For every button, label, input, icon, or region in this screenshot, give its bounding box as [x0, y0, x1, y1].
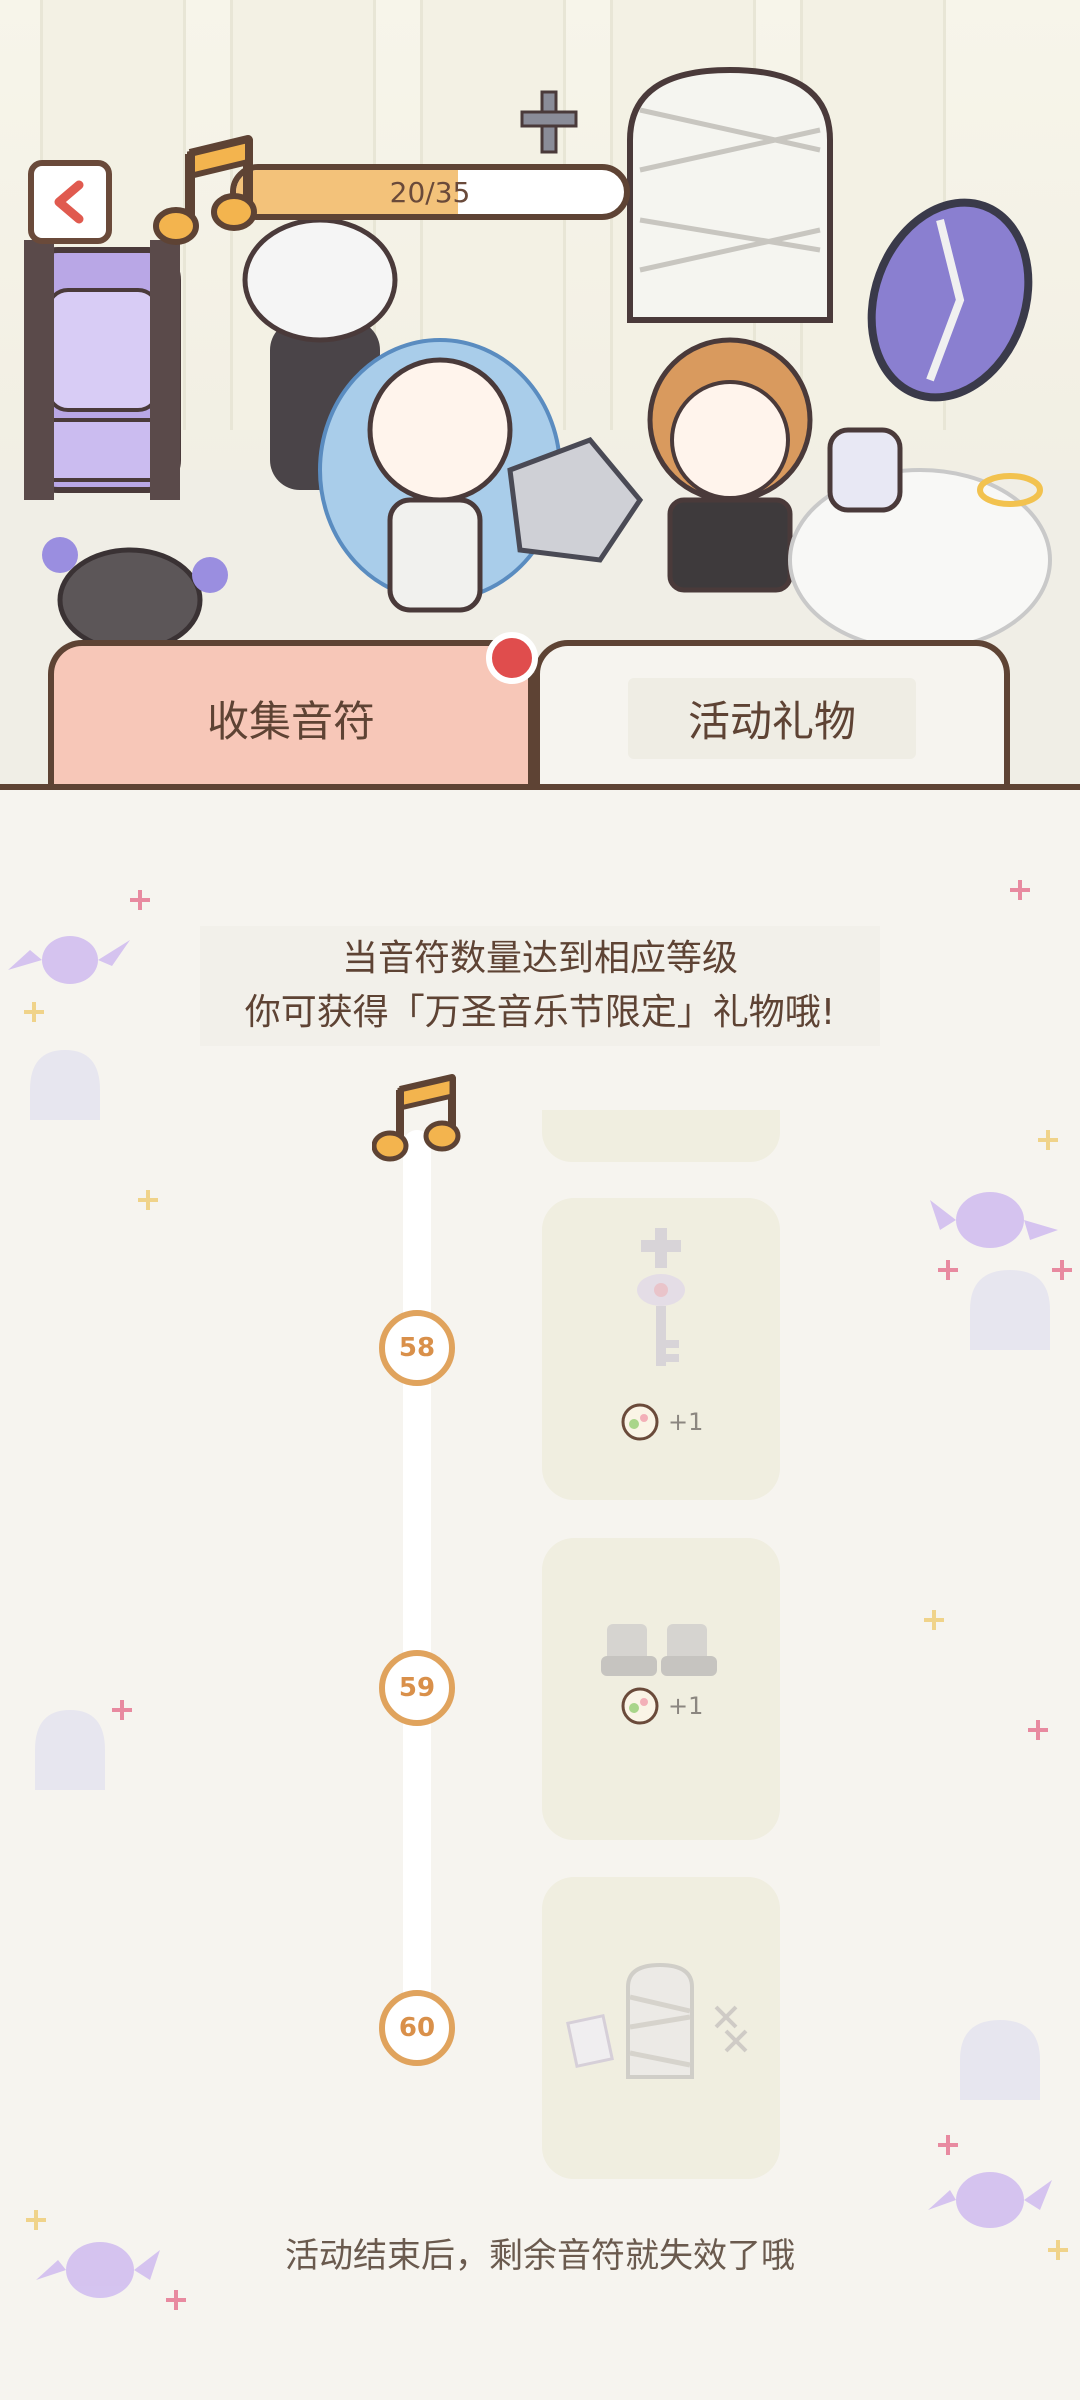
tab-event-gifts[interactable]: 活动礼物	[534, 640, 1010, 790]
level-number: 60	[398, 2013, 436, 2043]
level-number: 58	[398, 1333, 436, 1363]
level-badge: 59	[379, 1650, 455, 1726]
egg-coin-icon	[621, 1687, 659, 1725]
progress-text: 20/35	[389, 175, 471, 209]
note-progress: 20/35	[150, 132, 640, 245]
tab-collect-notes[interactable]: 收集音符	[48, 640, 534, 790]
egg-coin-icon	[621, 1403, 659, 1441]
bonus-amount: +1	[668, 1408, 704, 1436]
reward-card[interactable]: +1	[542, 1538, 780, 1840]
bandage-boots-icon	[601, 1624, 717, 1676]
tab-label: 活动礼物	[627, 677, 916, 759]
mummy-wardrobe-icon	[566, 1962, 748, 2079]
level-track	[403, 1130, 431, 2010]
bonus-reward: +1	[620, 1402, 703, 1442]
throne-icon	[24, 240, 181, 500]
ghost-icon	[30, 1050, 1050, 2100]
bonus-amount: +1	[668, 1692, 704, 1720]
cross-key-icon	[637, 1228, 685, 1366]
ghost-table-icon	[788, 427, 1052, 652]
bat-icon	[930, 1192, 1058, 1248]
tab-bar: 收集音符 活动礼物	[0, 640, 1080, 790]
bat-icon	[8, 936, 130, 984]
bat-icon	[928, 2172, 1052, 2228]
skeleton-boy-character	[647, 337, 813, 593]
notification-dot	[486, 632, 538, 684]
reward-card[interactable]	[542, 1877, 780, 2179]
level-number: 59	[398, 1673, 436, 1703]
bonus-reward: +1	[620, 1686, 703, 1726]
progress-bar: 20/35	[230, 164, 630, 220]
reward-card	[542, 1110, 780, 1162]
tab-label: 收集音符	[206, 696, 375, 746]
reward-intro: 当音符数量达到相应等级 你可获得「万圣音乐节限定」礼物哦!	[200, 926, 880, 1046]
magic-mirror-icon	[867, 198, 1033, 402]
footer-note: 活动结束后，剩余音符就失效了哦	[285, 2236, 795, 2276]
pumpkin-icon	[42, 537, 228, 653]
back-button[interactable]	[28, 160, 112, 244]
reward-card[interactable]: +1	[542, 1198, 780, 1500]
level-badge: 60	[379, 1990, 455, 2066]
level-badge: 58	[379, 1310, 455, 1386]
intro-line: 当音符数量达到相应等级	[341, 938, 738, 979]
music-note-icon	[153, 135, 257, 245]
mummy-arch-icon	[627, 66, 833, 323]
room-decorations	[24, 66, 1052, 653]
music-note-icon	[372, 1074, 461, 1162]
intro-line: 你可获得「万圣音乐节限定」礼物哦!	[244, 992, 836, 1033]
chevron-left-icon	[54, 180, 84, 224]
